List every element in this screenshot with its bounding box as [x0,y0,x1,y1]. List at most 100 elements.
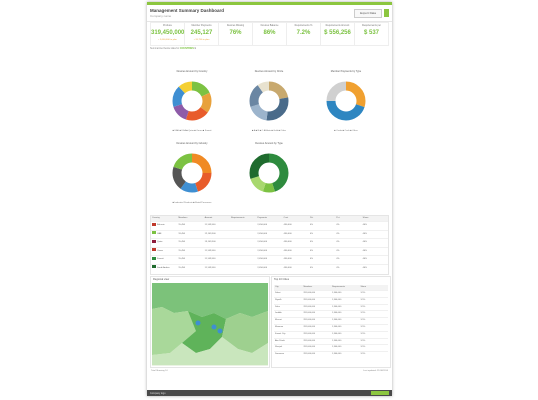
cities-panel: Top 10 Cities City Members Requirements Sha… [271,276,391,368]
kpi-label: Requirements Amount [325,24,350,27]
table-row[interactable]: Oman 15,456 11,149,500 2,456,000 456,000 4% 4%… [151,246,388,256]
table-cell: 4% [336,232,340,235]
column-header[interactable]: Amount [204,216,230,221]
flag-icon [152,256,156,260]
table-cell: 281,000,000 [303,339,316,342]
table-cell: 3.5% [360,339,366,342]
column-header[interactable]: Share [362,216,388,221]
donut-chart: Devices Amount by Circle ■ A ■ B ■ C Affi… [234,70,304,140]
kpi-value: $ 556,256 [324,30,351,36]
table-cell [230,265,256,273]
table-row[interactable]: Bahrain 15,456 11,149,500 2,456,000 456,000 4… [151,221,388,230]
city-row[interactable]: Kuwait City 281,000,000 1,346,000 3.5% [274,330,388,338]
filter-dropdown[interactable]: COUNTRIES [180,47,194,50]
table-cell: 19,456 [178,232,186,235]
column-header[interactable]: City [274,285,303,290]
kpi-tile: Devices Balance 86% [253,23,287,45]
table-cell: 15,456 [178,266,186,269]
table-body: Bahrain 15,456 11,149,500 2,456,000 456,000 4… [151,221,388,272]
table-cell: Muscat [275,319,282,322]
table-cell: 456,000 [283,258,292,260]
kpi-value: 319,450,000 [151,30,185,36]
city-row[interactable]: Riyadh 281,000,000 1,346,000 3.5% [274,296,388,304]
column-header[interactable]: Members [177,216,203,221]
table-cell: 2,456,000 [257,224,268,226]
bottom-bar-label: Company logo [150,391,166,395]
column-header[interactable]: Payments [256,216,282,221]
table-cell [230,239,256,247]
kpi-label: Member Payments [191,24,212,27]
column-header[interactable]: Pct [335,216,361,221]
column-header[interactable]: Requirements [331,285,360,290]
table-cell: 456,000 [283,232,292,235]
column-header[interactable]: Country [151,216,177,221]
city-row[interactable]: Manama 281,000,000 1,346,000 3.5% [274,323,388,331]
column-header[interactable]: Share [360,285,389,290]
table-cell: 15,456 [178,249,186,252]
table-cell: 46% [362,258,368,260]
city-row[interactable]: Doha 281,000,000 1,346,000 3.5% [274,303,388,311]
kpi-tile: Member Payments 245,127 + 20,750 to plan [185,23,219,45]
grid-icon[interactable] [384,9,389,17]
kpi-tile: Requirements per $ 537 [355,23,388,45]
column-header[interactable]: Pct [309,216,335,221]
city-row[interactable]: Abu Dhabi 281,000,000 1,346,000 3.5% [274,337,388,345]
country-table: Country Members Amount Requirements Payments… [150,215,389,275]
table-cell: Riyadh [275,298,282,301]
table-cell: 13,149,500 [204,241,216,243]
table-cell: Kuwait [151,256,177,264]
table-cell: 2,456,000 [257,266,268,269]
table-cell: Doha [275,305,280,308]
table-cell: 3.5% [360,325,366,328]
table-cell: 1,346,000 [332,319,342,322]
table-cell: 46% [362,249,368,252]
chart-title: Member Payments by Type [330,70,362,73]
table-cell [230,248,256,256]
map-pin-icon[interactable] [217,328,223,334]
donut-chart: Member Payments by Type ■ Cards ■ Cash ■ … [311,70,381,140]
city-row[interactable]: Dubai 281,000,000 1,346,000 3.5% [274,290,388,297]
footer-left: Total Showing 10 [151,370,168,372]
cities-table-header: City Members Requirements Share [274,285,388,290]
table-cell: 281,000,000 [303,312,316,315]
donut-svg [172,81,212,121]
table-cell: 2,456,000 [257,249,268,252]
column-header[interactable]: Members [303,285,332,290]
table-row[interactable]: Qatar 15,456 13,149,500 2,456,000 456,000 4% 4… [151,238,388,247]
table-cell: 1,346,000 [332,353,342,356]
table-cell: 12,149,500 [204,232,216,235]
kpi-sub: + 3,000,000 to plan [158,39,177,41]
donut-chart: Devices Amount by Industry ■ Industrial P… [157,142,227,212]
kpi-tile: Produce 319,450,000 + 3,000,000 to plan [151,23,185,45]
table-cell: 281,000,000 [303,346,316,349]
map-pin-icon[interactable] [211,324,217,330]
table-cell: Qatar [151,239,177,247]
kpi-label: Devices Missing [226,24,245,27]
table-cell [230,222,256,230]
donut-svg [326,81,366,121]
column-header[interactable]: Requirements [230,216,256,221]
city-row[interactable]: Sharjah 281,000,000 1,346,000 3.5% [274,344,388,351]
regional-map[interactable] [152,283,268,366]
city-row[interactable]: Muscat 281,000,000 1,346,000 3.5% [274,317,388,324]
map-pin-icon[interactable] [195,320,201,326]
kpi-sub: + 20,750 to plan [193,39,210,41]
column-header[interactable]: Cost [283,216,309,221]
table-cell: 281,000,000 [303,353,316,356]
table-cell: 1,346,000 [332,312,342,315]
city-row[interactable]: Dammam 281,000,000 1,346,000 3.5% [274,351,388,358]
table-row[interactable]: Saudi Arabia 15,456 11,149,500 2,456,000 456… [151,263,388,273]
table-cell: 46% [362,224,368,226]
city-row[interactable]: Jeddah 281,000,000 1,346,000 3.5% [274,310,388,317]
chevron-down-icon[interactable]: ▾ [194,47,196,50]
dashboard-header: Management Summary Dashboard Company nam… [147,5,392,22]
country-name: Oman [157,249,163,252]
table-row[interactable]: Kuwait 15,456 11,149,500 2,456,000 456,000 4%… [151,255,388,264]
country-name: Kuwait [157,258,164,260]
table-row[interactable]: UAE 19,456 12,149,500 2,456,000 456,000 4% 4% 4… [151,229,388,239]
page-title: Management Summary Dashboard [150,8,225,13]
kpi-label: Requirements per [361,24,381,27]
export-button[interactable]: Export Data [354,9,382,18]
table-header: Country Members Amount Requirements Payments… [151,216,388,221]
table-cell: 1,346,000 [332,305,342,308]
